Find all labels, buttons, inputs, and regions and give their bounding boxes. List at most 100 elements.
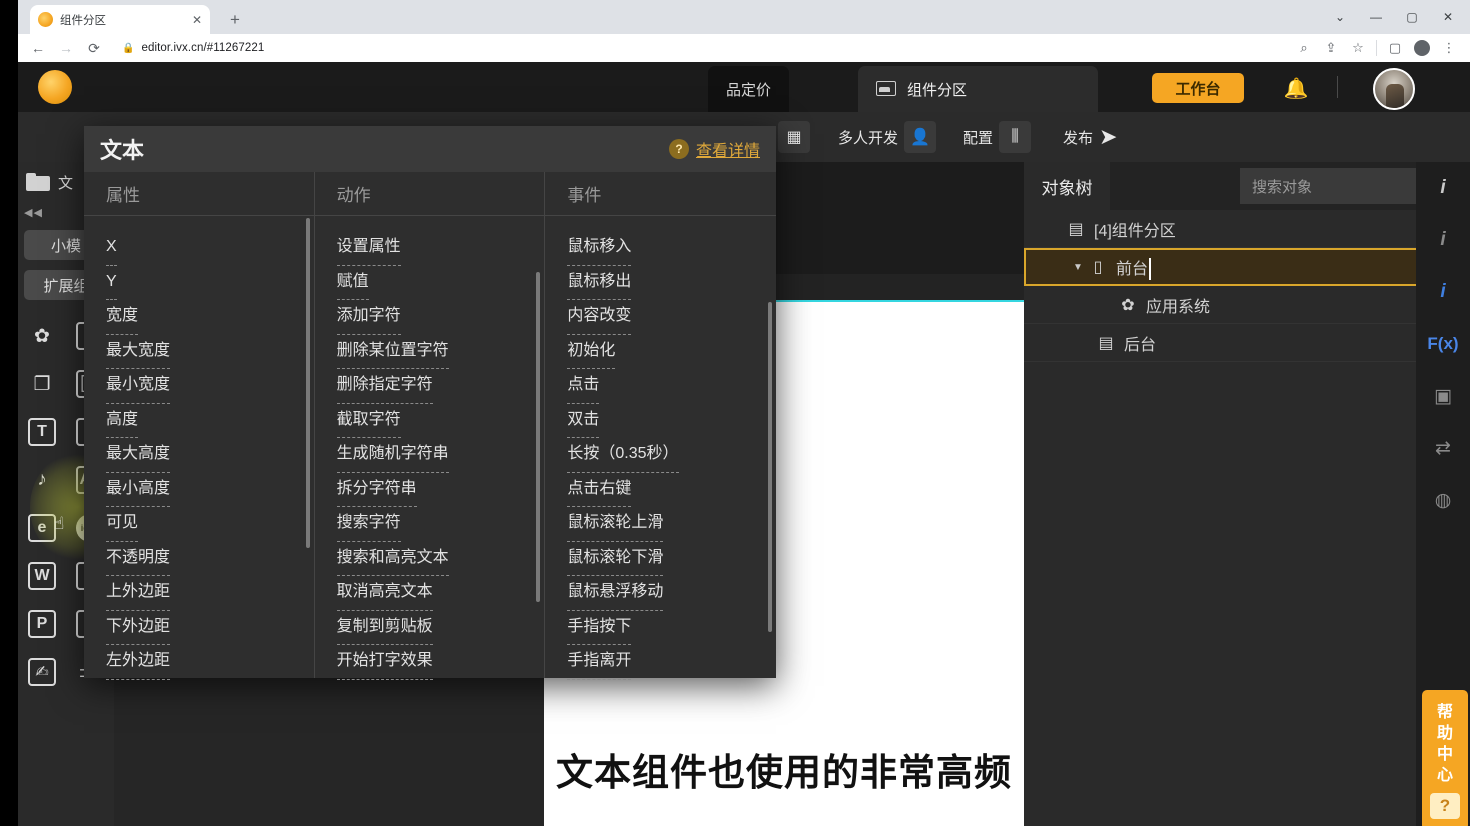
popup-list-item[interactable]: 鼠标移出 <box>567 265 776 300</box>
close-icon[interactable]: ✕ <box>192 14 202 26</box>
component-icon[interactable]: ▣ <box>1416 370 1470 422</box>
function-icon[interactable]: F(x) <box>1416 318 1470 370</box>
chevron-down-icon[interactable]: ⌄ <box>1322 3 1358 31</box>
popup-list-item[interactable]: 长按（0.35秒） <box>567 437 776 473</box>
chevron-down-icon[interactable]: ▼ <box>1070 262 1086 273</box>
info-stack-icon[interactable]: i <box>1416 266 1470 318</box>
reload-icon[interactable]: ⟳ <box>82 36 106 60</box>
multi-dev-button[interactable]: 多人开发 👤 <box>838 120 937 154</box>
popup-list-item[interactable]: 最大宽度 <box>106 334 314 369</box>
popup-list-item[interactable]: 鼠标滚轮上滑 <box>567 506 776 542</box>
tree-row[interactable]: ▤ 后台 <box>1024 324 1422 362</box>
popup-list-item[interactable]: 搜索字符 <box>336 506 545 542</box>
popup-list-item[interactable]: 取消高亮文本 <box>336 575 545 611</box>
share-icon[interactable]: ⇪ <box>1318 36 1344 60</box>
popup-list-item[interactable]: 点击 <box>567 368 776 404</box>
popup-list-item[interactable]: 拆分字符串 <box>336 472 545 507</box>
rail-music-button[interactable]: ♪ <box>18 456 66 504</box>
tree-row[interactable]: ▼ ▯ 前台 <box>1024 248 1422 286</box>
popup-scrollbar[interactable] <box>768 302 773 632</box>
popup-list-item[interactable]: 宽度 <box>106 299 314 335</box>
popup-list-item[interactable]: 下外边距 <box>106 610 314 645</box>
popup-list-item[interactable]: 可见 <box>106 506 314 542</box>
popup-list-item[interactable]: 添加字符 <box>336 299 545 335</box>
popup-list-item[interactable]: 鼠标滚轮下滑 <box>567 541 776 576</box>
minimize-icon[interactable]: — <box>1358 3 1394 31</box>
browser-tab[interactable]: 组件分区 ✕ <box>30 5 210 34</box>
rail-text-button[interactable]: T <box>18 408 66 456</box>
popup-list-item[interactable]: 初始化 <box>567 334 776 369</box>
bookmark-star-icon[interactable]: ☆ <box>1345 36 1371 60</box>
popup-list-item[interactable]: 手指离开 <box>567 644 776 680</box>
favicon-icon <box>38 12 53 27</box>
popup-list-item[interactable]: 鼠标移入 <box>567 230 776 266</box>
popup-scrollbar[interactable] <box>536 272 541 602</box>
info-icon[interactable]: i <box>1416 162 1470 214</box>
avatar[interactable] <box>1373 68 1415 110</box>
rail-browser-button[interactable]: e <box>18 504 66 552</box>
view-detail-link[interactable]: 查看详情 <box>696 137 760 161</box>
popup-list-item-label: 点击 <box>567 368 600 404</box>
url-bar[interactable]: 🔒 editor.ivx.cn/#11267221 <box>110 42 1287 54</box>
info-settings-icon[interactable]: i <box>1416 214 1470 266</box>
forward-icon[interactable]: → <box>54 36 78 60</box>
close-window-icon[interactable]: ✕ <box>1430 3 1466 31</box>
popup-list-item-label: 最小宽度 <box>106 368 171 404</box>
popup-list-item[interactable]: 内容改变 <box>567 299 776 335</box>
popup-list-item[interactable]: 复制到剪贴板 <box>336 610 545 645</box>
rail-word-button[interactable]: W <box>18 552 66 600</box>
popup-list-item[interactable]: 删除某位置字符 <box>336 334 545 369</box>
back-icon[interactable]: ← <box>26 36 50 60</box>
popup-list-item[interactable]: 双击 <box>567 403 776 438</box>
profile-avatar[interactable] <box>1409 36 1435 60</box>
popup-scrollbar[interactable] <box>305 218 310 548</box>
swap-icon[interactable]: ⇄ <box>1416 422 1470 474</box>
rail-ppt-button[interactable]: P <box>18 600 66 648</box>
popup-list-item[interactable]: 高度 <box>106 403 314 438</box>
maximize-icon[interactable]: ▢ <box>1394 3 1430 31</box>
rail-signature-button[interactable]: ✍ <box>18 648 66 696</box>
tree-row[interactable]: ✿ 应用系统 <box>1024 286 1422 324</box>
popup-list-item[interactable]: 生成随机字符串 <box>336 437 545 473</box>
popup-list-item[interactable]: 左外边距 <box>106 644 314 680</box>
popup-list-item[interactable]: 开始打字效果 <box>336 644 545 680</box>
popup-list-item[interactable]: 删除指定字符 <box>336 368 545 404</box>
popup-list-item[interactable]: 上外边距 <box>106 575 314 611</box>
popup-list-item[interactable]: 最小高度 <box>106 472 314 507</box>
popup-list-item[interactable]: 设置属性 <box>336 230 545 266</box>
app-logo-icon[interactable] <box>38 70 72 104</box>
bell-icon[interactable]: 🔔 <box>1282 74 1310 102</box>
popup-list-item[interactable]: 点击右键 <box>567 472 776 507</box>
sidepanel-icon[interactable]: ▢ <box>1382 36 1408 60</box>
config-button[interactable]: 配置 ⫼ <box>963 120 1032 154</box>
popup-list-item[interactable]: 手指按下 <box>567 610 776 645</box>
popup-list-item[interactable]: 赋值 <box>336 265 545 300</box>
qr-code-button[interactable]: ▦ <box>778 120 810 154</box>
popup-list-item[interactable]: 不透明度 <box>106 541 314 576</box>
popup-list-item[interactable]: 最小宽度 <box>106 368 314 404</box>
zoom-icon[interactable]: ⌕ <box>1291 36 1317 60</box>
browser-tabstrip: 组件分区 ✕ + ⌄ — ▢ ✕ <box>18 0 1470 34</box>
new-tab-button[interactable]: + <box>223 8 247 32</box>
object-tree-header: 对象树 搜索对象 ⌕ <box>1024 162 1470 210</box>
tree-row[interactable]: ▤ [4]组件分区 <box>1024 210 1422 248</box>
help-center-button[interactable]: 帮 助 中 心 ? <box>1422 690 1468 826</box>
popup-list-item[interactable]: 最大高度 <box>106 437 314 473</box>
popup-list-item-label: 双击 <box>567 403 600 438</box>
popup-list-item[interactable]: 截取字符 <box>336 403 545 438</box>
rail-page-copy-button[interactable]: ❐ <box>18 360 66 408</box>
popup-list-item[interactable]: Y <box>106 265 314 300</box>
tab-component-partition[interactable]: 组件分区 <box>858 66 1098 112</box>
popup-list-item-label: 高度 <box>106 403 139 438</box>
history-icon[interactable]: ◍ <box>1416 474 1470 526</box>
popup-list-item[interactable]: X <box>106 230 314 266</box>
tab-product-pricing[interactable]: 品定价 <box>708 66 790 112</box>
popup-list-item[interactable]: 搜索和高亮文本 <box>336 541 545 576</box>
publish-button[interactable]: 发布 ➤ <box>1063 120 1117 154</box>
popup-detail-link-wrap[interactable]: ? 查看详情 <box>668 137 760 161</box>
kebab-menu-icon[interactable]: ⋮ <box>1436 36 1462 60</box>
popup-list-item[interactable]: 鼠标悬浮移动 <box>567 575 776 611</box>
workbench-button[interactable]: 工作台 <box>1152 73 1244 103</box>
rail-gear-button[interactable]: ✿ <box>18 312 66 360</box>
tab-object-tree[interactable]: 对象树 <box>1024 162 1110 210</box>
